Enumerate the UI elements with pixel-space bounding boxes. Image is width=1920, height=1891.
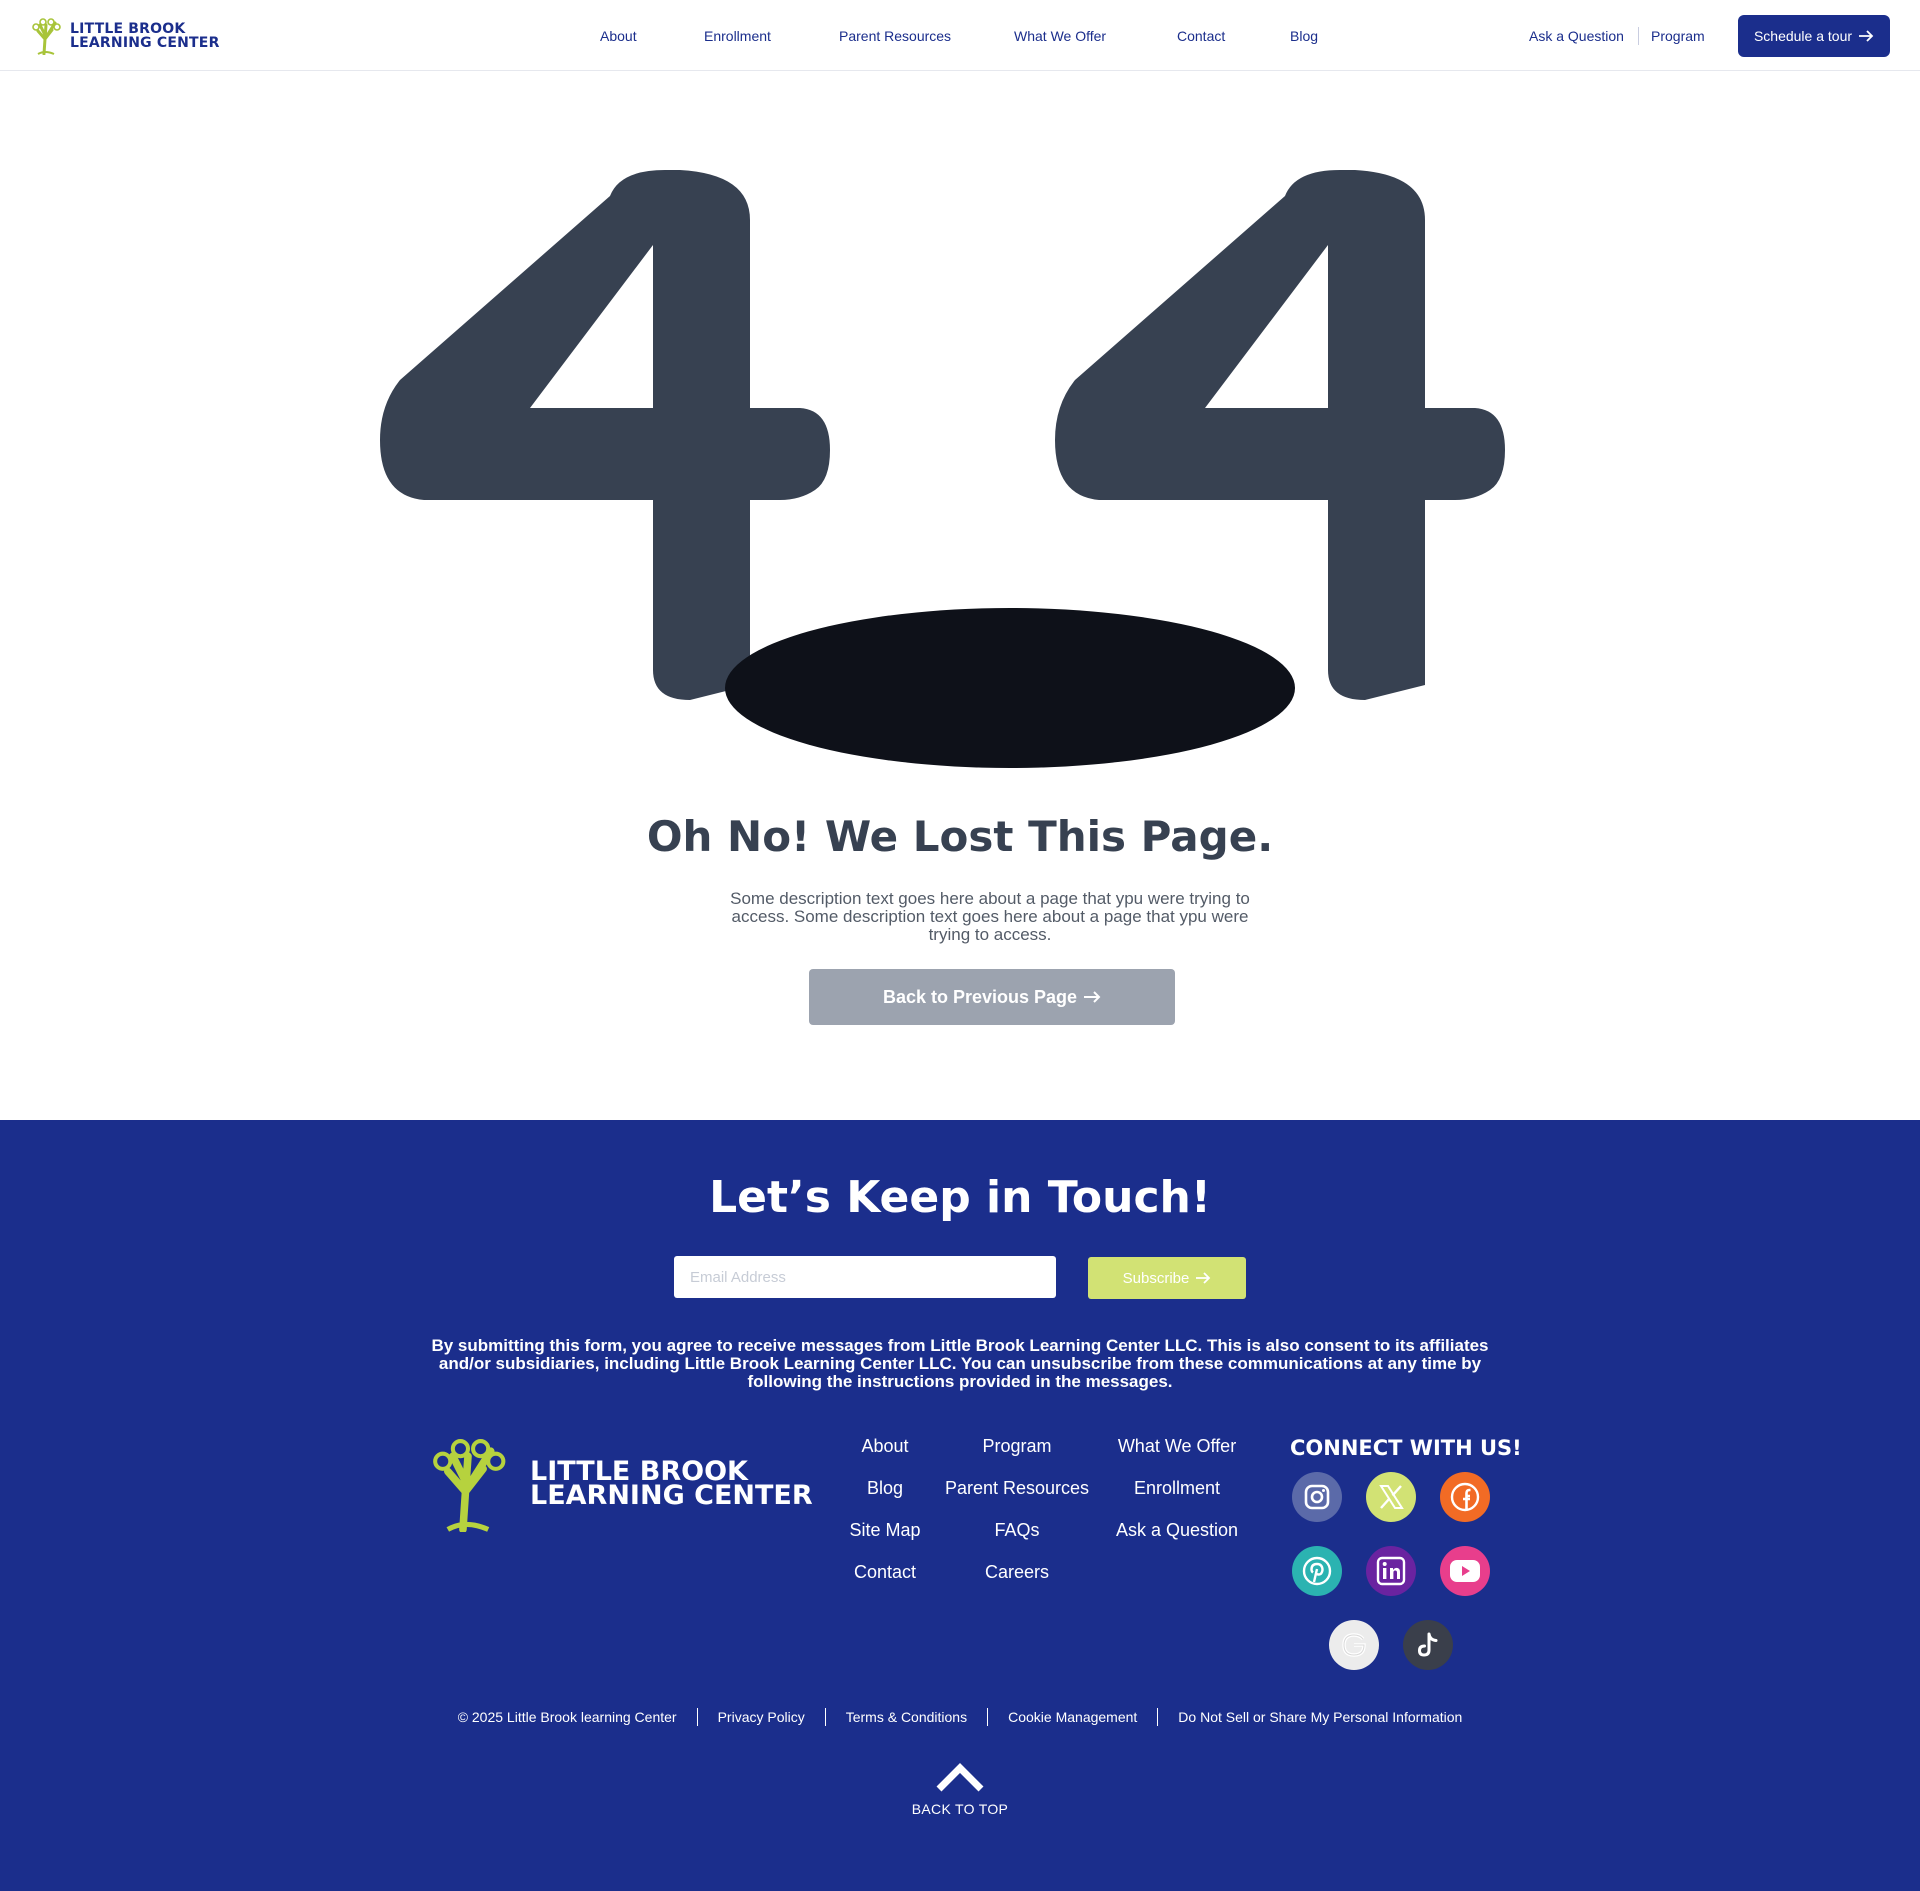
- back-to-top-label: BACK TO TOP: [911, 1801, 1009, 1817]
- consent-text: By submitting this form, you agree to re…: [431, 1336, 1489, 1391]
- logo-wordmark: LITTLE BROOK LEARNING CENTER: [70, 22, 220, 50]
- error-description: Some description text goes here about a …: [730, 889, 1250, 944]
- arrow-right-icon: [1196, 1272, 1211, 1284]
- nav-parent-resources[interactable]: Parent Resources: [839, 28, 951, 44]
- ask-question-link[interactable]: Ask a Question: [1529, 28, 1624, 44]
- tiktok-icon[interactable]: [1403, 1620, 1453, 1670]
- footer-link-parent-resources[interactable]: Parent Resources: [945, 1478, 1089, 1499]
- nav-blog[interactable]: Blog: [1290, 28, 1318, 44]
- email-input[interactable]: [674, 1256, 1056, 1298]
- header-logo[interactable]: LITTLE BROOK LEARNING CENTER: [30, 17, 220, 55]
- tree-logo-icon: [433, 1439, 506, 1532]
- site-header: LITTLE BROOK LEARNING CENTER About Enrol…: [0, 0, 1920, 71]
- error-title: Oh No! We Lost This Page.: [646, 812, 1274, 861]
- footer-logo-line-2: LEARNING CENTER: [530, 1480, 813, 1511]
- terms-link[interactable]: Terms & Conditions: [826, 1709, 987, 1725]
- program-link[interactable]: Program: [1651, 28, 1705, 44]
- footer-logo[interactable]: LITTLE BROOK LEARNING CENTER: [424, 1436, 813, 1532]
- logo-line-1: LITTLE BROOK: [70, 21, 186, 37]
- footer-link-program[interactable]: Program: [982, 1436, 1051, 1457]
- footer-link-about[interactable]: About: [861, 1436, 908, 1457]
- footer-link-careers[interactable]: Careers: [985, 1562, 1049, 1583]
- x-icon[interactable]: [1366, 1472, 1416, 1522]
- hole-shape: [725, 608, 1295, 768]
- facebook-icon[interactable]: [1440, 1472, 1490, 1522]
- footer-link-ask-question[interactable]: Ask a Question: [1116, 1520, 1238, 1541]
- youtube-icon[interactable]: [1440, 1546, 1490, 1596]
- divider: [1638, 27, 1639, 45]
- subscribe-label: Subscribe: [1122, 1269, 1190, 1287]
- footer-link-faqs[interactable]: FAQs: [994, 1520, 1039, 1541]
- arrow-right-icon: [1084, 991, 1101, 1003]
- do-not-sell-link[interactable]: Do Not Sell or Share My Personal Informa…: [1158, 1709, 1482, 1725]
- chevron-up-icon: [936, 1763, 984, 1792]
- digit-four-left: [380, 170, 830, 700]
- nav-what-we-offer[interactable]: What We Offer: [1014, 28, 1106, 44]
- privacy-policy-link[interactable]: Privacy Policy: [698, 1709, 825, 1725]
- copyright-text: © 2025 Little Brook learning Center: [457, 1709, 677, 1725]
- error-404-graphic: [380, 170, 1505, 768]
- legal-bar: © 2025 Little Brook learning Center Priv…: [0, 1708, 1920, 1726]
- back-to-previous-button[interactable]: Back to Previous Page: [809, 969, 1175, 1025]
- newsletter-heading: Let’s Keep in Touch!: [709, 1172, 1211, 1223]
- nav-contact[interactable]: Contact: [1177, 28, 1225, 44]
- subscribe-button[interactable]: Subscribe: [1088, 1257, 1246, 1299]
- nav-about[interactable]: About: [600, 28, 637, 44]
- footer-link-enrollment[interactable]: Enrollment: [1134, 1478, 1220, 1499]
- footer-link-contact[interactable]: Contact: [854, 1562, 916, 1583]
- arrow-right-icon: [1859, 30, 1874, 42]
- footer-logo-wordmark: LITTLE BROOK LEARNING CENTER: [530, 1458, 813, 1511]
- back-to-top-button[interactable]: BACK TO TOP: [900, 1762, 1020, 1817]
- back-button-label: Back to Previous Page: [882, 986, 1078, 1007]
- logo-line-2: LEARNING CENTER: [70, 35, 220, 51]
- schedule-tour-label: Schedule a tour: [1753, 28, 1853, 44]
- pinterest-icon[interactable]: [1292, 1546, 1342, 1596]
- cookie-management-link[interactable]: Cookie Management: [988, 1709, 1157, 1725]
- nav-enrollment[interactable]: Enrollment: [704, 28, 771, 44]
- google-icon[interactable]: [1329, 1620, 1379, 1670]
- instagram-icon[interactable]: [1292, 1472, 1342, 1522]
- footer-link-site-map[interactable]: Site Map: [849, 1520, 920, 1541]
- site-footer: Let’s Keep in Touch! Subscribe By submit…: [0, 1120, 1920, 1891]
- schedule-tour-button[interactable]: Schedule a tour: [1738, 15, 1890, 57]
- tree-logo-icon: [32, 18, 61, 55]
- footer-link-what-we-offer[interactable]: What We Offer: [1118, 1436, 1236, 1457]
- footer-link-blog[interactable]: Blog: [867, 1478, 903, 1499]
- linkedin-icon[interactable]: [1366, 1546, 1416, 1596]
- connect-heading: CONNECT WITH US!: [1290, 1436, 1522, 1460]
